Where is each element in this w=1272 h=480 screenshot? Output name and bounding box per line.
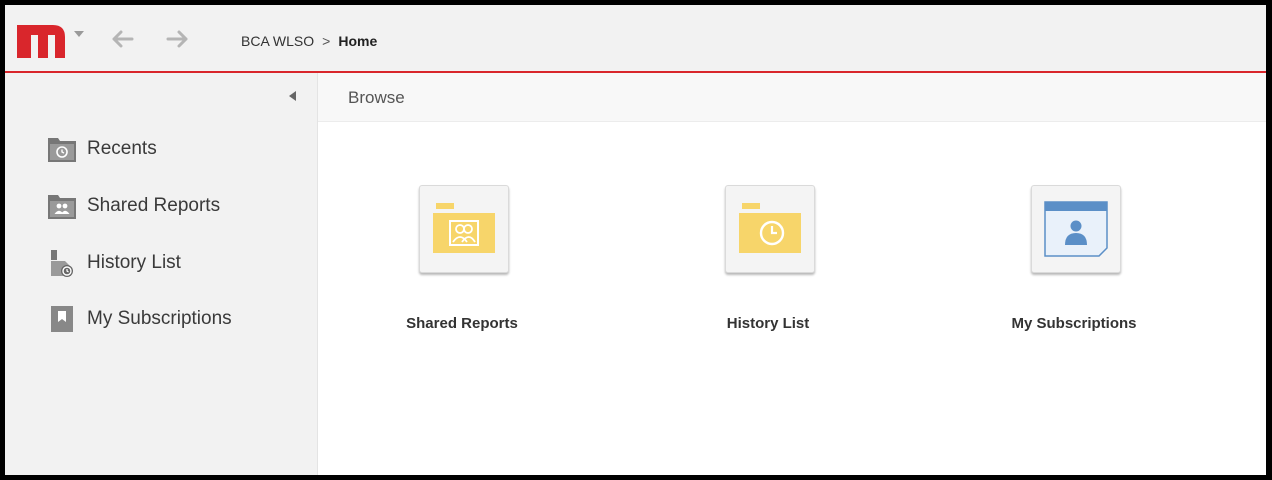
forward-button[interactable] — [165, 26, 191, 52]
tile-icon-box — [419, 185, 509, 273]
shared-folder-icon — [47, 191, 77, 221]
chevron-down-icon[interactable] — [74, 31, 84, 37]
tile-label: My Subscriptions — [1011, 315, 1137, 332]
shared-reports-folder-icon — [433, 203, 495, 253]
arrow-right-icon — [166, 30, 188, 48]
tile-icon-box — [1031, 185, 1121, 273]
back-button[interactable] — [109, 26, 135, 52]
subscriptions-user-icon — [1044, 201, 1108, 257]
tile-shared-reports[interactable]: Shared Reports — [380, 185, 540, 345]
top-toolbar: BCA WLSO > Home — [5, 5, 1266, 73]
tile-my-subscriptions[interactable]: My Subscriptions — [992, 185, 1152, 345]
bookmark-icon — [47, 304, 77, 334]
recents-folder-icon — [47, 134, 77, 164]
collapse-sidebar-icon[interactable] — [289, 91, 296, 101]
sidebar: Recents Shared Reports History List My S… — [5, 73, 318, 475]
tile-label: Shared Reports — [406, 315, 518, 332]
sidebar-item-label: History List — [87, 252, 181, 273]
browse-header: Browse — [318, 73, 1266, 122]
breadcrumb-current: Home — [338, 33, 378, 49]
sidebar-item-my-subscriptions[interactable]: My Subscriptions — [47, 301, 232, 337]
app-window: BCA WLSO > Home Recents Shared Reports H… — [5, 5, 1266, 475]
breadcrumb: BCA WLSO > Home — [241, 33, 377, 49]
sidebar-item-label: Recents — [87, 138, 157, 159]
history-folder-icon — [739, 203, 801, 253]
sidebar-item-recents[interactable]: Recents — [47, 131, 157, 167]
sidebar-item-history-list[interactable]: History List — [47, 245, 181, 281]
sidebar-item-label: Shared Reports — [87, 195, 221, 216]
tile-history-list[interactable]: History List — [686, 185, 846, 345]
sidebar-item-shared-reports[interactable]: Shared Reports — [47, 188, 220, 224]
microstrategy-logo-icon[interactable] — [17, 22, 67, 58]
breadcrumb-project[interactable]: BCA WLSO — [241, 33, 314, 49]
tile-icon-box — [725, 185, 815, 273]
breadcrumb-separator: > — [322, 33, 331, 49]
page-title: Browse — [348, 88, 405, 107]
history-list-icon — [47, 248, 77, 278]
tile-label: History List — [726, 315, 810, 332]
main-content: Browse Shared Reports History List My Su… — [318, 73, 1266, 475]
sidebar-item-label: My Subscriptions — [87, 308, 232, 329]
arrow-left-icon — [112, 30, 134, 48]
